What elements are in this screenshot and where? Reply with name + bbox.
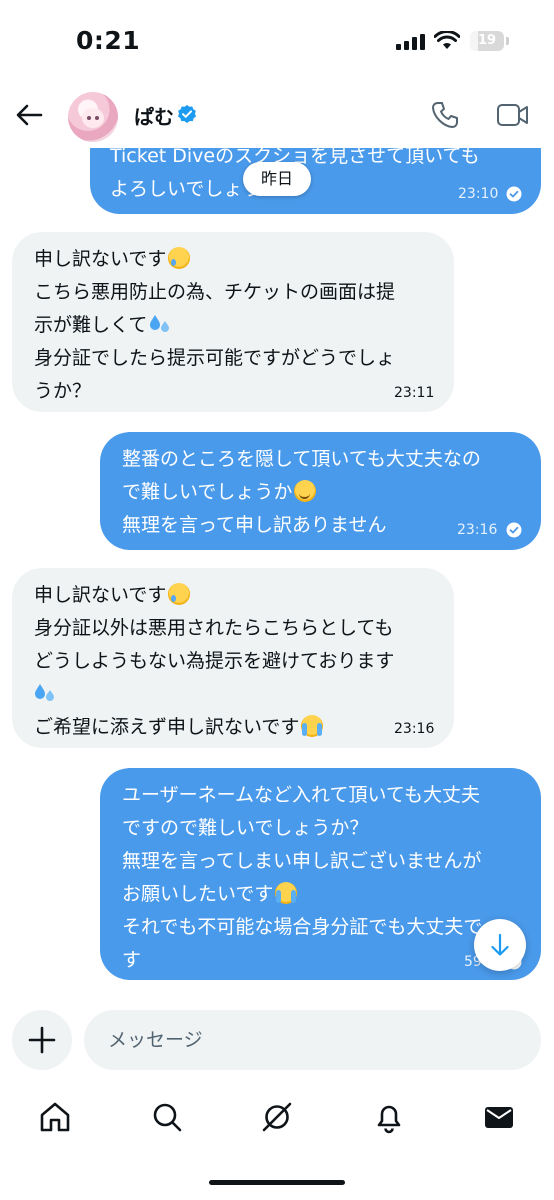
message-bubble-incoming[interactable]: 申し訳ないです 身分証以外は悪用されたらこちらとしても どうしようもない為提示を… [12, 568, 454, 748]
arrow-down-icon [491, 933, 509, 956]
message-input[interactable] [84, 1010, 541, 1070]
avatar[interactable] [68, 92, 118, 142]
loudly-crying-face-emoji-icon [275, 882, 298, 904]
phone-icon[interactable] [430, 100, 460, 130]
message-text: ご希望に添えず申し訳ないです [34, 716, 300, 738]
scroll-to-bottom-button[interactable] [474, 919, 526, 971]
message-text: 申し訳ないです [34, 248, 167, 270]
message-text: ですので難しいでしょうか？ [122, 817, 369, 839]
video-icon[interactable] [496, 100, 530, 130]
message-bubble-outgoing[interactable]: 整番のところを隠して頂いても大丈夫なの で難しいでしょうか 無理を言って申し訳あ… [100, 432, 541, 550]
grok-icon[interactable] [260, 1100, 294, 1134]
read-check-icon [506, 186, 522, 202]
message-text: 身分証でしたら提示可能ですがどうでしょ [34, 347, 396, 369]
message-text: うか？ [34, 380, 92, 402]
message-time: 23:16 [394, 721, 435, 737]
contact-name[interactable]: ぱむ [134, 101, 174, 130]
message-text: こちら悪用防止の為、チケットの画面は提 [34, 281, 396, 303]
sweat-droplets-emoji-icon [150, 315, 170, 332]
status-time: 0:21 [76, 26, 141, 55]
message-text: ユーザーネームなど入れて頂いても大丈夫 [122, 784, 480, 806]
status-bar: 0:21 19 [0, 0, 554, 84]
battery-indicator: 19 [470, 31, 510, 51]
message-time: 23:16 [457, 522, 498, 538]
message-text: 身分証以外は悪用されたらこちらとしても [34, 617, 394, 639]
smiling-face-emoji-icon [294, 480, 317, 502]
message-text: お願いしたいです [122, 883, 274, 905]
message-text: 申し訳ないです [34, 584, 167, 606]
message-time: 23:10 [458, 186, 499, 202]
message-text: 無理を言ってしまい申し訳ございませんが [122, 850, 482, 872]
dm-conversation-screen: 0:21 19 ぱむ Ticket Diveのスクショを見させて頂いても よろし… [0, 0, 554, 1200]
loudly-crying-face-emoji-icon [301, 715, 324, 737]
battery-level: 19 [477, 33, 497, 48]
bottom-tab-bar [0, 1092, 554, 1142]
read-check-icon [506, 522, 522, 538]
sweat-droplets-emoji-icon [35, 684, 54, 701]
search-icon[interactable] [150, 1100, 184, 1134]
wifi-icon [434, 31, 460, 49]
sad-face-emoji-icon [168, 583, 191, 605]
date-divider: 昨日 [243, 162, 311, 196]
message-text: 示が難しくて [34, 314, 148, 336]
cellular-signal-icon [396, 34, 425, 50]
conversation-header: ぱむ [0, 84, 554, 148]
plus-icon [28, 1026, 56, 1054]
home-indicator [209, 1180, 345, 1185]
message-text: で難しいでしょうか [122, 481, 293, 503]
message-text: どうしようもない為提示を避けております [34, 650, 395, 672]
message-bubble-incoming[interactable]: 申し訳ないです こちら悪用防止の為、チケットの画面は提 示が難しくて 身分証でし… [12, 232, 454, 412]
home-icon[interactable] [38, 1100, 72, 1134]
message-text: それでも不可能な場合身分証でも大丈夫で [122, 916, 483, 938]
message-text: 整番のところを隠して頂いても大丈夫なの [122, 448, 481, 470]
sad-face-emoji-icon [168, 247, 191, 269]
mail-icon[interactable] [482, 1100, 516, 1134]
bell-icon[interactable] [372, 1100, 406, 1134]
add-attachment-button[interactable] [12, 1010, 72, 1070]
verified-badge-icon [178, 105, 196, 123]
message-time: 23:11 [394, 385, 435, 401]
back-arrow-icon[interactable] [14, 100, 44, 130]
